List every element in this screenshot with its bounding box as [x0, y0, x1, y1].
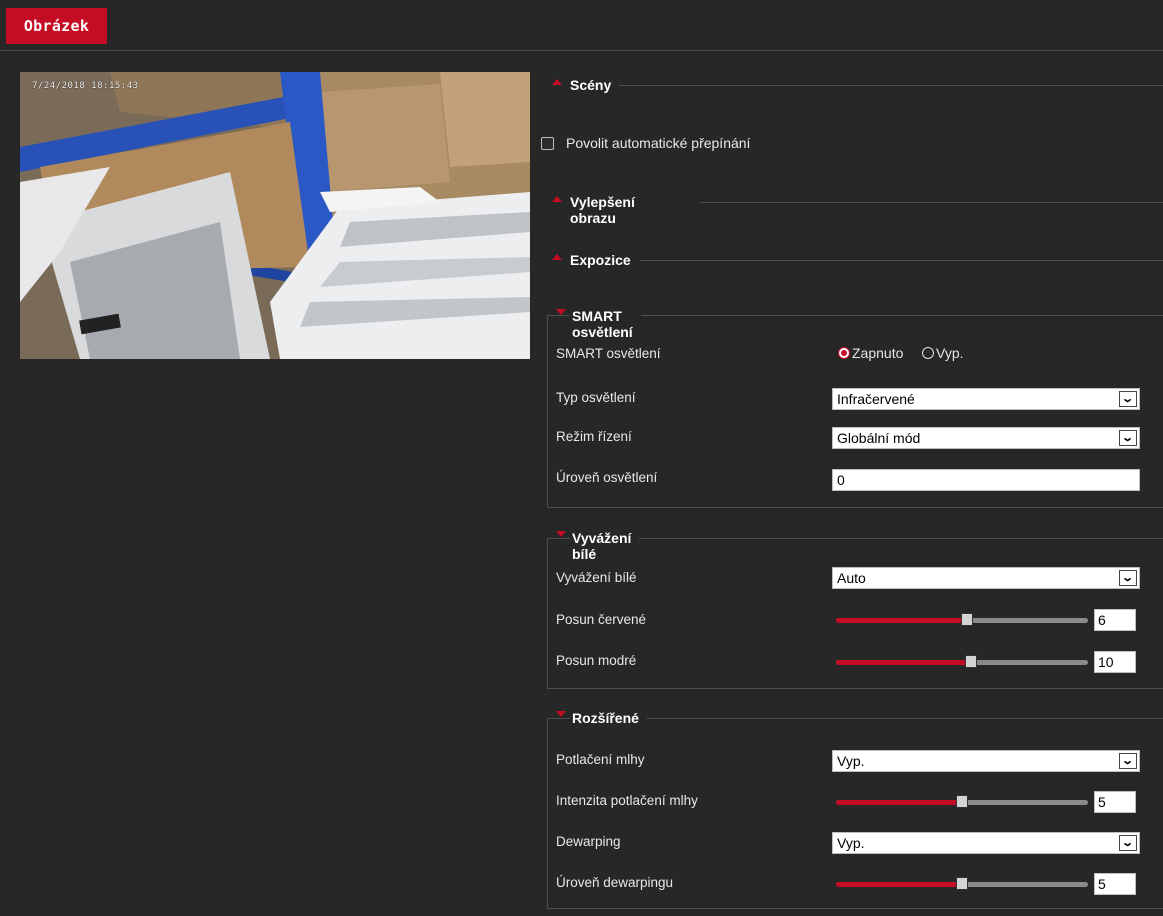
dewarp-select[interactable]: Vyp. ⌄	[832, 832, 1140, 854]
slider-handle[interactable]	[961, 613, 974, 626]
red-shift-label: Posun červené	[556, 612, 647, 627]
live-preview: 7/24/2018 18:15:43	[20, 72, 530, 359]
section-title: SMART osvětlení	[570, 308, 641, 340]
red-shift-value[interactable]: 6	[1094, 609, 1136, 631]
light-level-label: Úroveň osvětlení	[556, 470, 658, 485]
light-type-select[interactable]: Infračervené ⌄	[832, 388, 1140, 410]
triangle-down-icon	[556, 309, 566, 315]
defog-value: Vyp.	[837, 753, 865, 769]
radio-off-label: Vyp.	[936, 345, 964, 361]
light-level-input[interactable]: 0	[832, 469, 1140, 491]
blue-shift-value[interactable]: 10	[1094, 651, 1136, 673]
triangle-up-icon	[552, 79, 562, 85]
section-title: Rozšířené	[570, 710, 647, 726]
defog-intensity-slider[interactable]	[836, 795, 1088, 808]
smart-light-radio-group: Zapnuto Vyp.	[838, 345, 998, 361]
blue-shift-label: Posun modré	[556, 653, 637, 668]
defog-select[interactable]: Vyp. ⌄	[832, 750, 1140, 772]
triangle-down-icon	[556, 711, 566, 717]
triangle-up-icon	[552, 254, 562, 260]
defog-intensity-value[interactable]: 5	[1094, 791, 1136, 813]
chevron-down-icon[interactable]: ⌄	[1119, 391, 1137, 407]
dewarp-level-label: Úroveň dewarpingu	[556, 875, 674, 890]
slider-handle[interactable]	[964, 655, 977, 668]
radio-on[interactable]	[838, 347, 850, 359]
dewarp-value: Vyp.	[837, 835, 865, 851]
section-title: Vyvážení bílé	[570, 530, 640, 562]
wb-value: Auto	[837, 570, 866, 586]
smart-light-label: SMART osvětlení	[556, 346, 661, 361]
dewarp-label: Dewarping	[556, 834, 621, 849]
dewarp-level-slider[interactable]	[836, 877, 1088, 890]
auto-switch-checkbox[interactable]	[541, 137, 554, 150]
chevron-down-icon[interactable]: ⌄	[1119, 430, 1137, 446]
section-title: Vylepšení obrazu	[570, 194, 643, 226]
top-bar: Obrázek	[0, 8, 1163, 51]
chevron-down-icon[interactable]: ⌄	[1119, 835, 1137, 851]
wb-label: Vyvážení bílé	[556, 570, 637, 585]
slider-handle[interactable]	[956, 877, 968, 890]
osd-timestamp: 7/24/2018 18:15:43	[32, 81, 139, 91]
control-mode-select[interactable]: Globální mód ⌄	[832, 427, 1140, 449]
light-type-label: Typ osvětlení	[556, 390, 636, 405]
section-title: Scény	[570, 77, 620, 93]
defog-label: Potlačení mlhy	[556, 752, 645, 767]
defog-intensity-label: Intenzita potlačení mlhy	[556, 793, 698, 808]
light-type-value: Infračervené	[837, 391, 915, 407]
divider-scenes	[615, 85, 1163, 86]
radio-off[interactable]	[922, 347, 934, 359]
triangle-up-icon	[552, 196, 562, 202]
section-title: Expozice	[570, 252, 639, 268]
control-mode-value: Globální mód	[837, 430, 921, 446]
tab-image[interactable]: Obrázek	[6, 8, 107, 44]
wb-select[interactable]: Auto ⌄	[832, 567, 1140, 589]
red-shift-slider[interactable]	[836, 613, 1088, 626]
slider-handle[interactable]	[956, 795, 968, 808]
blue-shift-slider[interactable]	[836, 655, 1088, 668]
chevron-down-icon[interactable]: ⌄	[1119, 570, 1137, 586]
dewarp-level-value[interactable]: 5	[1094, 873, 1136, 895]
radio-on-label: Zapnuto	[852, 345, 904, 361]
divider-enhance	[700, 202, 1163, 203]
divider-exposure	[640, 260, 1163, 261]
preview-image	[20, 72, 530, 359]
triangle-down-icon	[556, 531, 566, 537]
chevron-down-icon[interactable]: ⌄	[1119, 753, 1137, 769]
control-mode-label: Režim řízení	[556, 429, 632, 444]
auto-switch-label: Povolit automatické přepínání	[566, 135, 751, 151]
